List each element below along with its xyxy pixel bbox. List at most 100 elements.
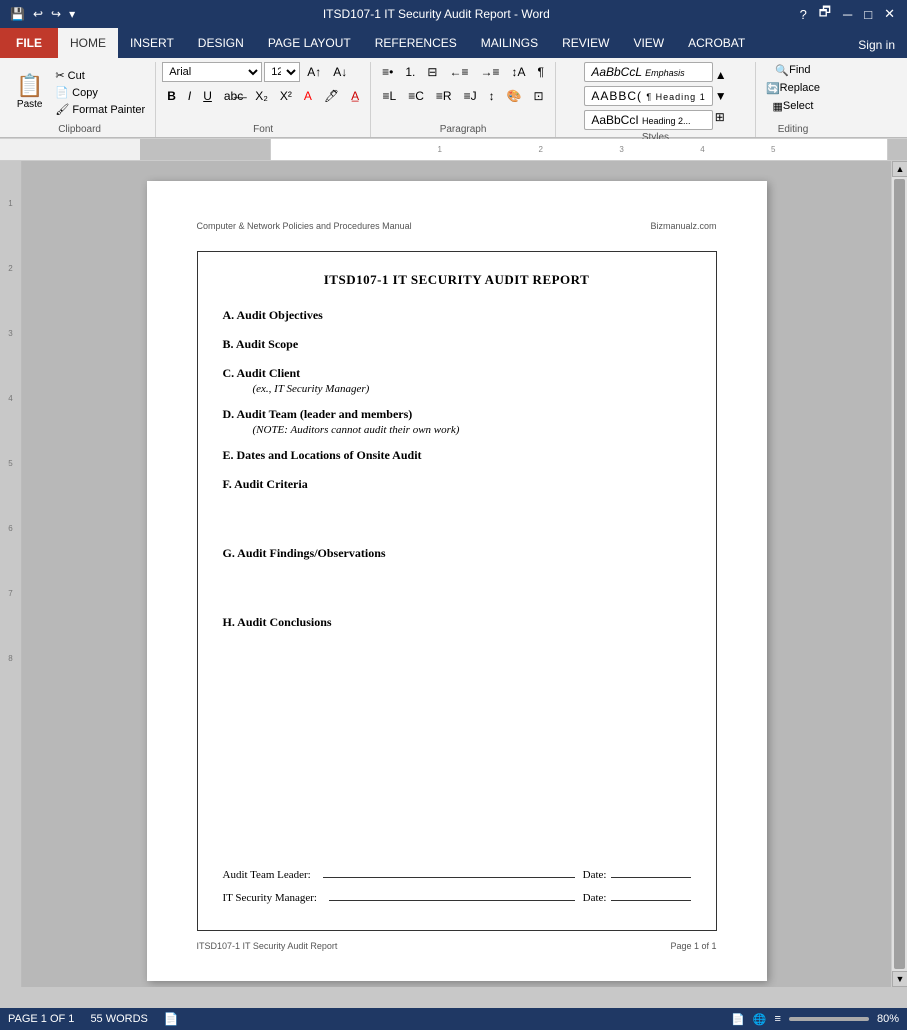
- view-web-icon[interactable]: 🌐: [753, 1013, 767, 1026]
- decrease-indent-button[interactable]: ←≡: [444, 62, 473, 82]
- style-heading2-button[interactable]: AaBbCcI Heading 2...: [584, 110, 712, 130]
- cut-button[interactable]: ✂ Cut: [51, 67, 149, 83]
- view-print-icon[interactable]: 📄: [731, 1013, 745, 1026]
- sig-leader-line: [323, 864, 575, 878]
- styles-group: AaBbCcL Emphasis AABBC( ¶ Heading 1 AaBb…: [556, 62, 756, 137]
- superscript-button[interactable]: X²: [275, 86, 297, 106]
- ruler-num-4: 4: [8, 394, 12, 403]
- view-outline-icon[interactable]: ≡: [775, 1013, 781, 1025]
- tab-mailings[interactable]: MAILINGS: [469, 28, 550, 58]
- ruler-num-8: 8: [8, 654, 12, 663]
- save-icon[interactable]: 💾: [8, 7, 27, 21]
- restore-button[interactable]: 🗗: [815, 3, 835, 25]
- document-box: ITSD107-1 IT SECURITY AUDIT REPORT A. Au…: [197, 251, 717, 931]
- styles-up-icon[interactable]: ▲: [715, 68, 727, 82]
- font-color-button[interactable]: A̲: [346, 86, 364, 106]
- spacer-h1: [223, 644, 691, 684]
- grow-font-button[interactable]: A↑: [302, 62, 326, 82]
- section-d-note: (NOTE: Auditors cannot audit their own w…: [253, 424, 691, 436]
- spacer-g: [223, 575, 691, 615]
- ruler-num-3: 3: [8, 329, 12, 338]
- paste-icon: 📋: [16, 75, 43, 97]
- document-title: ITSD107-1 IT SECURITY AUDIT REPORT: [223, 272, 691, 288]
- select-button[interactable]: ▦ Select: [768, 98, 817, 114]
- line-spacing-button[interactable]: ↕: [484, 86, 500, 106]
- editing-group-content: 🔍 Find 🔄 Replace ▦ Select: [762, 62, 824, 122]
- font-size-select[interactable]: 12: [264, 62, 300, 82]
- paste-label: Paste: [17, 99, 43, 110]
- text-color-button[interactable]: A: [299, 86, 317, 106]
- font-name-row: Arial 12 A↑ A↓: [162, 62, 352, 82]
- zoom-slider[interactable]: [789, 1017, 869, 1021]
- paste-button[interactable]: 📋 Paste: [10, 64, 49, 120]
- bold-button[interactable]: B: [162, 86, 181, 106]
- format-painter-button[interactable]: 🖌 Format Painter: [51, 101, 149, 117]
- highlight-button[interactable]: 🖊: [319, 86, 344, 106]
- increase-indent-button[interactable]: →≡: [475, 62, 504, 82]
- undo-icon[interactable]: ↩: [31, 7, 45, 21]
- underline-button[interactable]: U: [198, 86, 217, 106]
- vertical-scrollbar[interactable]: ▲ ▼: [891, 161, 907, 987]
- scroll-thumb[interactable]: [894, 179, 905, 969]
- tab-design[interactable]: DESIGN: [186, 28, 256, 58]
- scroll-down-button[interactable]: ▼: [892, 971, 907, 987]
- border-button[interactable]: ⊡: [529, 86, 549, 106]
- multilevel-button[interactable]: ⊟: [422, 62, 442, 82]
- ruler-num-7: 7: [8, 589, 12, 598]
- font-name-select[interactable]: Arial: [162, 62, 262, 82]
- tab-view[interactable]: VIEW: [621, 28, 676, 58]
- horizontal-ruler: 1 2 3 4 5: [0, 139, 907, 161]
- section-b-title: B. Audit Scope: [223, 337, 691, 352]
- tab-review[interactable]: REVIEW: [550, 28, 621, 58]
- sort-button[interactable]: ↕A: [506, 62, 530, 82]
- minimize-button[interactable]: ─: [839, 7, 856, 22]
- styles-down-icon[interactable]: ▼: [715, 89, 727, 103]
- numbering-button[interactable]: 1.: [400, 62, 420, 82]
- font-group: Arial 12 A↑ A↓ B I U ab̶c̶ X₂ X² A 🖊: [156, 62, 371, 137]
- header-right: Bizmanualz.com: [650, 221, 716, 231]
- word-count: 55 WORDS: [90, 1013, 147, 1025]
- spacer-h2: [223, 684, 691, 724]
- section-g-title: G. Audit Findings/Observations: [223, 546, 691, 561]
- replace-button[interactable]: 🔄 Replace: [762, 80, 824, 96]
- justify-button[interactable]: ≡J: [459, 86, 482, 106]
- close-button[interactable]: ✕: [880, 6, 899, 22]
- shading-button[interactable]: 🎨: [502, 86, 527, 106]
- italic-button[interactable]: I: [183, 86, 196, 106]
- align-center-button[interactable]: ≡C: [403, 86, 429, 106]
- styles-more-icon[interactable]: ⊞: [715, 110, 727, 124]
- shrink-font-button[interactable]: A↓: [328, 62, 352, 82]
- align-left-button[interactable]: ≡L: [378, 86, 402, 106]
- redo-icon[interactable]: ↪: [49, 7, 63, 21]
- document-scroll-area[interactable]: Computer & Network Policies and Procedur…: [22, 161, 891, 987]
- section-a-title: A. Audit Objectives: [223, 308, 691, 323]
- sign-in-button[interactable]: Sign in: [846, 32, 907, 58]
- tab-page-layout[interactable]: PAGE LAYOUT: [256, 28, 363, 58]
- tab-insert[interactable]: INSERT: [118, 28, 186, 58]
- section-h: H. Audit Conclusions: [223, 615, 691, 632]
- section-d-title: D. Audit Team (leader and members): [223, 407, 691, 422]
- dropdown-icon[interactable]: ▾: [67, 7, 77, 21]
- style-emphasis-button[interactable]: AaBbCcL Emphasis: [584, 62, 712, 82]
- copy-button[interactable]: 📄 Copy: [51, 84, 149, 100]
- style-samples: AaBbCcL Emphasis AABBC( ¶ Heading 1 AaBb…: [584, 62, 712, 130]
- style-heading1-button[interactable]: AABBC( ¶ Heading 1: [584, 86, 712, 106]
- section-g: G. Audit Findings/Observations: [223, 546, 691, 563]
- help-button[interactable]: ?: [796, 7, 811, 22]
- align-right-button[interactable]: ≡R: [431, 86, 457, 106]
- subscript-button[interactable]: X₂: [250, 86, 273, 106]
- clipboard-group-content: 📋 Paste ✂ Cut 📄 Copy 🖌 Format Painter: [10, 62, 149, 122]
- tab-references[interactable]: REFERENCES: [363, 28, 469, 58]
- maximize-button[interactable]: □: [860, 7, 876, 22]
- scroll-up-button[interactable]: ▲: [892, 161, 907, 177]
- show-formatting-button[interactable]: ¶: [533, 62, 549, 82]
- proofing-icon[interactable]: 📄: [164, 1012, 179, 1026]
- strikethrough-button[interactable]: ab̶c̶: [219, 86, 248, 106]
- find-button[interactable]: 🔍 Find: [771, 62, 814, 78]
- tab-home[interactable]: HOME: [58, 28, 118, 58]
- page-footer: ITSD107-1 IT Security Audit Report Page …: [197, 941, 717, 951]
- file-tab[interactable]: FILE: [0, 28, 58, 58]
- section-f: F. Audit Criteria: [223, 477, 691, 494]
- tab-acrobat[interactable]: ACROBAT: [676, 28, 757, 58]
- bullets-button[interactable]: ≡•: [377, 62, 398, 82]
